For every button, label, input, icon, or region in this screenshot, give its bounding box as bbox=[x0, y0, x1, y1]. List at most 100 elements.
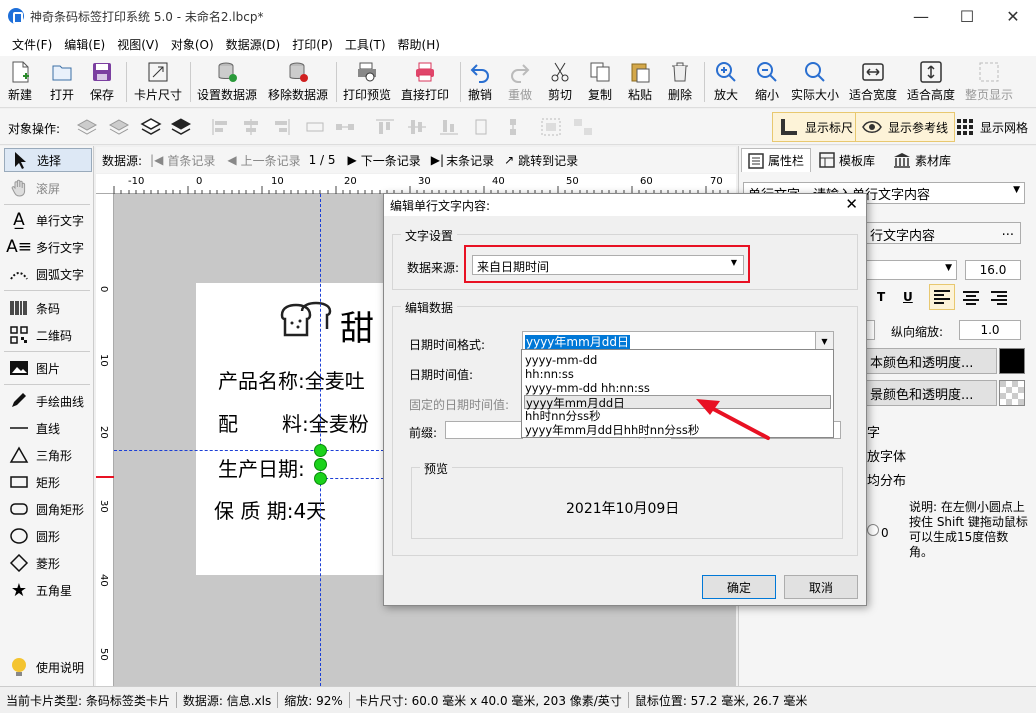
card-ingredients-label[interactable]: 配 bbox=[218, 408, 238, 437]
menu-object[interactable]: 对象(O) bbox=[165, 36, 220, 53]
close-icon[interactable]: ✕ bbox=[845, 195, 858, 213]
tool-single-line-text[interactable]: A̲ 单行文字 bbox=[4, 208, 92, 232]
menu-datasource[interactable]: 数据源(D) bbox=[220, 36, 287, 53]
next-record-button[interactable]: 下一条记录 bbox=[361, 152, 421, 169]
background-color-button[interactable]: 景颜色和透明度... bbox=[865, 380, 997, 406]
edit-content-button[interactable]: 行文字内容 ... bbox=[865, 222, 1021, 244]
align-middle-icon[interactable] bbox=[406, 117, 428, 137]
tool-multi-line-text[interactable]: A≡ 多行文字 bbox=[4, 235, 92, 259]
tool-barcode[interactable]: 条码 bbox=[4, 296, 92, 320]
format-option[interactable]: yyyy年mm月dd日hh时nn分ss秒 bbox=[524, 423, 831, 437]
remove-datasource-button[interactable]: 移除数据源 bbox=[268, 60, 328, 103]
tab-properties[interactable]: 属性栏 bbox=[741, 148, 812, 172]
cancel-button[interactable]: 取消 bbox=[784, 575, 858, 599]
show-grid-toggle[interactable]: 显示网格 bbox=[950, 112, 1034, 142]
open-button[interactable]: 打开 bbox=[50, 60, 74, 103]
jump-icon[interactable]: ↗ bbox=[504, 153, 514, 167]
align-text-center-button[interactable] bbox=[959, 286, 983, 313]
card-size-button[interactable]: 卡片尺寸 bbox=[134, 60, 182, 103]
prev-record-button[interactable]: 上一条记录 bbox=[241, 152, 301, 169]
set-datasource-button[interactable]: 设置数据源 bbox=[197, 60, 257, 103]
paste-button[interactable]: 粘贴 bbox=[628, 60, 652, 103]
fit-height-button[interactable]: 适合高度 bbox=[907, 60, 955, 103]
layer-bottom-icon[interactable] bbox=[170, 117, 192, 137]
datetime-format-select[interactable]: yyyy年mm月dd日 ▼ bbox=[522, 331, 834, 351]
close-window-button[interactable]: ✕ bbox=[990, 0, 1036, 32]
card-shelf-life[interactable]: 保 质 期:4天 bbox=[214, 495, 326, 524]
underline-button[interactable]: U bbox=[903, 290, 913, 304]
align-left-icon[interactable] bbox=[210, 117, 232, 137]
page-display-button[interactable]: 整页显示 bbox=[965, 60, 1013, 103]
menu-file[interactable]: 文件(F) bbox=[6, 36, 58, 53]
save-button[interactable]: 保存 bbox=[90, 60, 114, 103]
layer-top-icon[interactable] bbox=[140, 117, 162, 137]
direct-print-button[interactable]: 直接打印 bbox=[401, 60, 449, 103]
tool-image[interactable]: 图片 bbox=[4, 356, 92, 380]
group-icon[interactable] bbox=[540, 117, 562, 137]
same-width-icon[interactable] bbox=[502, 117, 524, 137]
horizontal-ruler[interactable]: -10 0 10 20 30 40 50 60 70 bbox=[96, 174, 736, 194]
tool-star[interactable]: ★ 五角星 bbox=[4, 578, 92, 602]
tool-rounded-rectangle[interactable]: 圆角矩形 bbox=[4, 497, 92, 521]
tab-materials[interactable]: 素材库 bbox=[887, 148, 957, 172]
maximize-button[interactable]: ☐ bbox=[944, 0, 990, 32]
text-color-button[interactable]: 本颜色和透明度... bbox=[865, 348, 997, 374]
copy-button[interactable]: 复制 bbox=[588, 60, 612, 103]
tab-templates[interactable]: 模板库 bbox=[813, 148, 881, 172]
tool-triangle[interactable]: 三角形 bbox=[4, 443, 92, 467]
next-record-icon[interactable]: ▶ bbox=[348, 153, 357, 167]
first-record-icon[interactable]: |◀ bbox=[150, 153, 163, 167]
menu-edit[interactable]: 编辑(E) bbox=[58, 36, 111, 53]
format-option[interactable]: hh时nn分ss秒 bbox=[524, 409, 831, 423]
delete-button[interactable]: 删除 bbox=[668, 60, 692, 103]
undo-button[interactable]: 撤销 bbox=[468, 60, 492, 103]
option-label-3[interactable]: 均分布 bbox=[867, 470, 906, 489]
tool-scroll[interactable]: 滚屏 bbox=[4, 176, 92, 200]
option-label-2[interactable]: 放字体 bbox=[867, 446, 906, 465]
align-text-right-button[interactable] bbox=[987, 286, 1011, 313]
zoom-in-button[interactable]: 放大 bbox=[714, 60, 738, 103]
new-button[interactable]: 新建 bbox=[8, 60, 32, 103]
align-text-left-button[interactable] bbox=[929, 284, 955, 310]
tool-diamond[interactable]: 菱形 bbox=[4, 551, 92, 575]
tool-rectangle[interactable]: 矩形 bbox=[4, 470, 92, 494]
tool-arc-text[interactable]: 圆弧文字 bbox=[4, 262, 92, 286]
layer-up-icon[interactable] bbox=[76, 117, 98, 137]
selection-handle[interactable] bbox=[314, 458, 327, 471]
align-top-icon[interactable] bbox=[374, 117, 396, 137]
align-center-icon[interactable] bbox=[240, 117, 262, 137]
font-family-select[interactable]: ▼ bbox=[865, 260, 957, 280]
format-option[interactable]: yyyy-mm-dd hh:nn:ss bbox=[524, 381, 831, 395]
card-production-date[interactable]: 生产日期: bbox=[218, 453, 305, 482]
card-ingredients[interactable]: 料:全麦粉 bbox=[282, 408, 369, 437]
fit-width-button[interactable]: 适合宽度 bbox=[849, 60, 897, 103]
label-card[interactable]: 甜 产品名称:全麦吐 配 料:全麦粉 生产日期: 保 质 期:4天 bbox=[196, 283, 396, 575]
font-size-input[interactable]: 16.0 bbox=[965, 260, 1021, 280]
strikethrough-button[interactable]: T bbox=[877, 290, 885, 304]
last-record-button[interactable]: 末条记录 bbox=[446, 152, 494, 169]
card-product-name[interactable]: 产品名称:全麦吐 bbox=[218, 365, 365, 394]
tool-circle[interactable]: 圆形 bbox=[4, 524, 92, 548]
tool-freehand[interactable]: 手绘曲线 bbox=[4, 389, 92, 413]
align-bottom-icon[interactable] bbox=[438, 117, 460, 137]
vertical-ruler[interactable]: 0 10 20 30 40 50 bbox=[96, 194, 114, 686]
tool-qrcode[interactable]: 二维码 bbox=[4, 323, 92, 347]
same-height-icon[interactable] bbox=[470, 117, 492, 137]
data-source-select[interactable]: 来自日期时间 ▼ bbox=[472, 255, 744, 275]
text-color-swatch[interactable] bbox=[999, 348, 1025, 374]
align-right-icon[interactable] bbox=[270, 117, 292, 137]
format-option[interactable]: hh:nn:ss bbox=[524, 367, 831, 381]
ok-button[interactable]: 确定 bbox=[702, 575, 776, 599]
distribute-h-icon[interactable] bbox=[304, 117, 326, 137]
v-scale-input[interactable]: 1.0 bbox=[959, 320, 1021, 340]
menu-tools[interactable]: 工具(T) bbox=[339, 36, 392, 53]
actual-size-button[interactable]: 实际大小 bbox=[791, 60, 839, 103]
tool-line[interactable]: 直线 bbox=[4, 416, 92, 440]
menu-view[interactable]: 视图(V) bbox=[111, 36, 165, 53]
show-ruler-toggle[interactable]: 显示标尺 bbox=[772, 112, 861, 142]
cut-button[interactable]: 剪切 bbox=[548, 60, 572, 103]
rotation-dial[interactable] bbox=[867, 524, 879, 536]
minimize-button[interactable]: — bbox=[898, 0, 944, 32]
format-option-highlighted[interactable]: yyyy年mm月dd日 bbox=[524, 395, 831, 410]
format-option[interactable]: yyyy-mm-dd bbox=[524, 353, 831, 367]
